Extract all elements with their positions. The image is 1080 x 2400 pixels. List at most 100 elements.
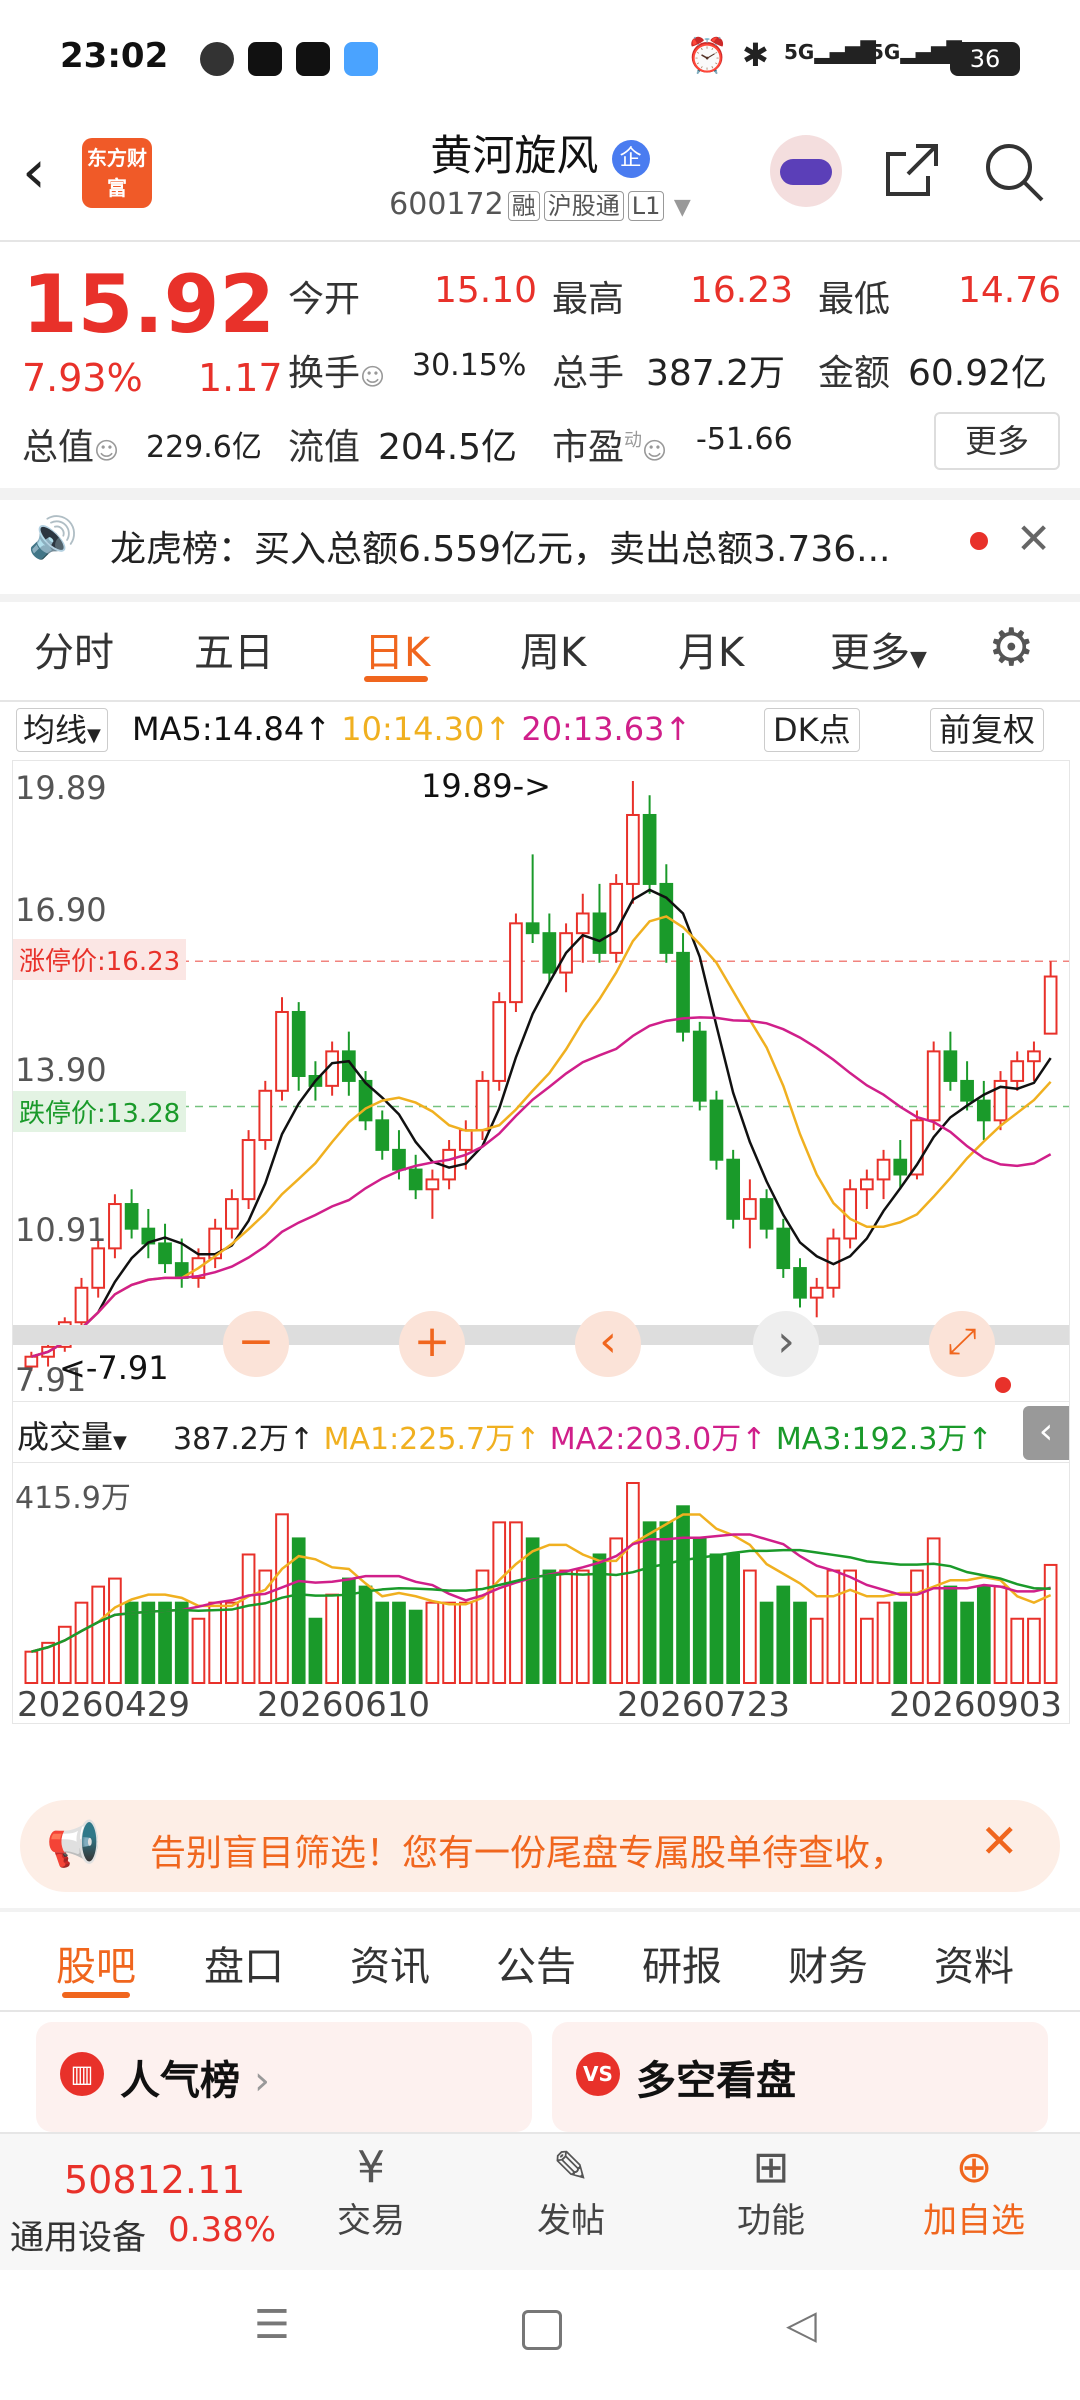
more-button[interactable]: 更多	[934, 412, 1060, 470]
index-name[interactable]: 通用设备	[10, 2210, 146, 2259]
candle-body	[458, 1129, 473, 1151]
change-percent: 7.93%	[22, 356, 143, 400]
close-icon-2: ✕	[980, 1814, 1019, 1868]
tab-intraday[interactable]: 分时	[34, 620, 114, 678]
candle-body	[609, 882, 624, 954]
volume-bar	[392, 1601, 406, 1684]
menu-icon[interactable]: ☰	[254, 2302, 290, 2348]
volume-bar	[208, 1601, 223, 1684]
megaphone-icon: 📢	[46, 1819, 101, 1870]
pan-left-button[interactable]: ‹	[575, 1311, 641, 1377]
open-label: 今开	[288, 279, 361, 320]
volume-bar	[225, 1601, 239, 1684]
index-value[interactable]: 50812.11	[64, 2158, 245, 2202]
tab-news[interactable]: 资讯	[350, 1934, 430, 1992]
bar-chart-icon: ▥	[60, 2052, 104, 2096]
volume-bar	[91, 1585, 106, 1684]
volume-bar	[241, 1553, 256, 1684]
candle-body	[726, 1158, 741, 1220]
candle-body	[943, 1050, 958, 1082]
volume-bar	[74, 1601, 89, 1684]
y-label-4: 10.91	[15, 1211, 107, 1249]
volume-bar	[642, 1521, 657, 1684]
volume-svg	[24, 1482, 1058, 1685]
low-label: 最低	[818, 279, 891, 320]
candle-body	[425, 1178, 440, 1191]
volume-dropdown[interactable]: 成交量▼	[17, 1412, 127, 1458]
tag-margin: 融	[507, 191, 540, 221]
fullscreen-button[interactable]: ⤢	[929, 1311, 995, 1377]
nav-functions[interactable]: ⊞ 功能	[726, 2142, 816, 2242]
tab-daily-k[interactable]: 日K	[364, 620, 430, 678]
notice-close-button[interactable]: ✕	[1016, 514, 1051, 563]
info-icon-3: ☺	[642, 437, 668, 465]
notice-text[interactable]: 龙虎榜：买入总额6.559亿元，卖出总额3.736...	[110, 520, 930, 572]
nav-post[interactable]: ✎ 发帖	[526, 2142, 616, 2242]
tab-monthly-k[interactable]: 月K	[678, 620, 744, 678]
battery-icon: 36	[950, 42, 1020, 76]
add-circle-icon: ⊕	[955, 2142, 993, 2193]
tab-finance[interactable]: 财务	[788, 1934, 868, 1992]
home-icon[interactable]	[522, 2310, 562, 2350]
scroll-strip[interactable]	[13, 1325, 1069, 1345]
section-gap-2	[0, 594, 1080, 602]
robot-assistant-icon[interactable]	[770, 135, 842, 207]
popularity-card[interactable]: ▥ 人气榜 ›	[36, 2022, 532, 2132]
date-label-4: 20260903	[889, 1685, 1063, 1725]
chevron-left-icon-3: ‹	[1038, 1411, 1054, 1452]
amount-label: 金额	[818, 353, 891, 394]
nav-add-watchlist[interactable]: ⊕ 加自选	[904, 2142, 1044, 2242]
info-icon: ☺	[360, 363, 386, 391]
candle-body	[1027, 1050, 1041, 1063]
candle-body	[626, 813, 640, 885]
kline-chart[interactable]: 19.89 16.90 13.90 10.91 7.91 19.89-> <-7…	[12, 760, 1070, 1402]
low-value: 14.76	[958, 270, 1062, 311]
tab-weekly-k[interactable]: 周K	[520, 620, 586, 678]
zoom-in-button[interactable]: +	[399, 1311, 465, 1377]
float-value: 204.5亿	[378, 427, 518, 468]
search-icon	[986, 144, 1044, 202]
adjust-button[interactable]: 前复权	[930, 708, 1045, 752]
collapse-panel-button[interactable]: ‹	[1023, 1406, 1069, 1460]
popularity-title: 人气榜 ›	[120, 2058, 270, 2104]
candle-body	[241, 1139, 256, 1201]
zoom-out-button[interactable]: −	[223, 1311, 289, 1377]
promo-close-button[interactable]: ✕	[980, 1814, 1019, 1868]
tab-five-day[interactable]: 五日	[194, 620, 274, 678]
nav-add-label: 加自选	[923, 2201, 1025, 2241]
candle-body	[158, 1242, 172, 1265]
dk-button[interactable]: DK点	[764, 708, 860, 752]
pan-right-button[interactable]: ›	[753, 1311, 819, 1377]
nav-trade[interactable]: ¥ 交易	[326, 2142, 416, 2242]
candle-body	[776, 1227, 791, 1270]
tabs-divider	[0, 700, 1080, 702]
volume-chart[interactable]: 415.9万 20260429 20260610 20260723 202609…	[12, 1462, 1070, 1725]
candle-body	[575, 912, 590, 935]
back-icon[interactable]: ◁	[786, 2302, 817, 2348]
tab-research[interactable]: 研报	[642, 1934, 722, 1992]
verified-icon: 企	[611, 139, 650, 178]
volume-bar	[809, 1617, 824, 1684]
tab-order-book[interactable]: 盘口	[204, 1934, 284, 1992]
nav-functions-label: 功能	[737, 2201, 805, 2241]
search-button[interactable]	[982, 140, 1046, 208]
tab-forum[interactable]: 股吧	[56, 1934, 136, 1992]
settings-button[interactable]: ⚙	[988, 618, 1035, 678]
chevron-left-icon-2: ‹	[599, 1316, 617, 1367]
kline-svg	[13, 781, 1069, 1371]
tab-profile[interactable]: 资料	[934, 1934, 1014, 1992]
share-button[interactable]	[880, 140, 942, 206]
longshort-card[interactable]: VS 多空看盘	[552, 2022, 1048, 2132]
promo-banner[interactable]: 📢 告别盲目筛选！您有一份尾盘专属股单待查收， ✕	[20, 1800, 1060, 1892]
volume-ma-values: 387.2万↑ MA1:225.7万↑ MA2:203.0万↑ MA3:192.…	[173, 1422, 993, 1457]
volume-bar	[358, 1585, 373, 1684]
tab-announcements[interactable]: 公告	[496, 1934, 576, 1992]
ma-dropdown[interactable]: 均线▼	[16, 708, 108, 752]
volume-bar	[726, 1553, 741, 1684]
tab-more[interactable]: 更多▼	[830, 620, 927, 678]
volume-bar	[626, 1482, 640, 1684]
caret-down-icon: ▼	[673, 195, 691, 220]
date-label-3: 20260723	[617, 1685, 791, 1725]
candle-body	[1043, 975, 1058, 1035]
candle-body	[124, 1203, 139, 1230]
